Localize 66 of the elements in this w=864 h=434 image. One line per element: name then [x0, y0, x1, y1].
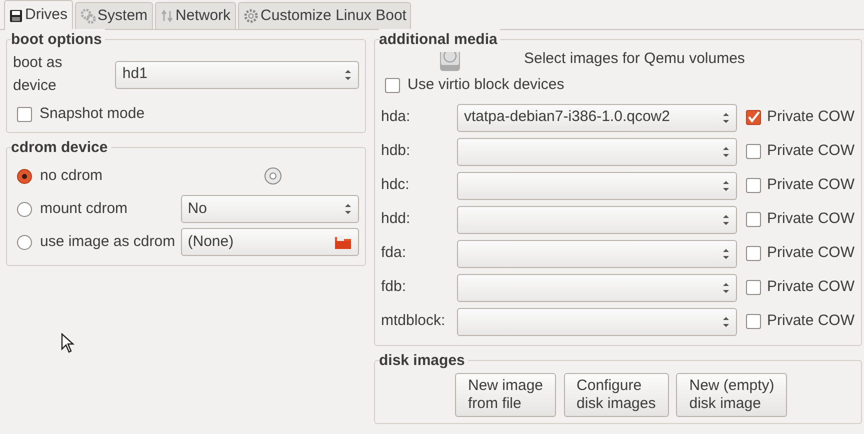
gears-icon — [80, 8, 96, 24]
drive-label: hdc: — [381, 175, 410, 196]
disk-image-button[interactable]: Configure disk images — [564, 372, 669, 416]
cd-disc-icon — [264, 167, 282, 185]
drive-label: hdd: — [381, 209, 412, 230]
tab[interactable]: Drives — [4, 0, 73, 30]
drive-label: hdb: — [381, 141, 412, 162]
field-label: boot as device — [13, 53, 64, 96]
arrows-icon — [160, 9, 174, 23]
checkbox[interactable] — [746, 280, 761, 295]
checkbox[interactable] — [746, 110, 761, 125]
gear-icon — [242, 8, 259, 24]
disk-image-button[interactable]: New (empty) disk image — [676, 372, 788, 416]
checkbox[interactable] — [746, 212, 761, 227]
dropdown[interactable] — [457, 206, 737, 234]
radio-button[interactable] — [17, 202, 32, 216]
radio-button[interactable] — [17, 234, 32, 250]
checkbox-label: Private COW — [767, 175, 855, 196]
radio-button[interactable] — [17, 168, 32, 184]
dropdown[interactable] — [457, 274, 737, 302]
checkbox-label: Private COW — [767, 141, 855, 162]
dropdown[interactable] — [457, 138, 737, 166]
disk-image-button[interactable]: New image from file — [455, 372, 556, 416]
dropdown[interactable]: No — [180, 195, 359, 223]
dropdown[interactable]: hd1 — [115, 60, 359, 88]
checkbox-label: Private COW — [767, 243, 855, 264]
tab[interactable]: Customize Linux Boot — [238, 2, 412, 29]
drive-label: fda: — [381, 243, 408, 264]
checkbox-label: Private COW — [767, 311, 855, 332]
checkbox-label: Use virtio block devices — [408, 75, 564, 95]
spinner-arrows-icon — [722, 246, 730, 260]
mouse-pointer-icon — [61, 333, 75, 353]
spinner-arrows-icon — [722, 178, 730, 192]
tab[interactable]: System — [74, 2, 153, 29]
spinner-arrows-icon — [722, 280, 730, 294]
checkbox-label: Private COW — [767, 209, 855, 230]
spinner-arrows-icon — [344, 68, 352, 82]
drive-label: hda: — [381, 107, 412, 128]
dropdown[interactable] — [457, 240, 737, 268]
checkbox[interactable] — [746, 314, 761, 329]
checkbox[interactable] — [746, 144, 761, 159]
checkbox[interactable] — [746, 246, 761, 261]
caption-text: Select images for Qemu volumes — [524, 48, 745, 69]
radio-label: no cdrom — [40, 166, 104, 186]
spinner-arrows-icon — [722, 144, 730, 158]
checkbox[interactable] — [17, 106, 32, 122]
spinner-arrows-icon — [722, 110, 730, 124]
dropdown[interactable]: vtatpa-debian7-i386-1.0.qcow2 — [457, 104, 737, 132]
dropdown[interactable] — [457, 172, 737, 200]
checkbox-label: Snapshot mode — [40, 104, 145, 124]
group-title: additional media — [379, 29, 500, 52]
dropdown[interactable] — [457, 308, 737, 336]
drive-label: fdb: — [381, 277, 408, 298]
spinner-arrows-icon — [722, 212, 730, 226]
checkbox-label: Private COW — [767, 277, 855, 298]
drive-label: mtdblock: — [381, 311, 446, 332]
checkbox[interactable] — [746, 178, 761, 193]
radio-label: use image as cdrom — [40, 232, 176, 252]
spinner-arrows-icon — [722, 314, 730, 328]
checkbox[interactable] — [385, 78, 400, 93]
checkbox-label: Private COW — [767, 107, 855, 128]
spinner-arrows-icon — [344, 202, 352, 216]
file-field[interactable]: (None) — [180, 228, 359, 256]
radio-label: mount cdrom — [40, 198, 129, 219]
folder-icon[interactable] — [334, 234, 352, 250]
tab[interactable]: Network — [154, 2, 236, 29]
